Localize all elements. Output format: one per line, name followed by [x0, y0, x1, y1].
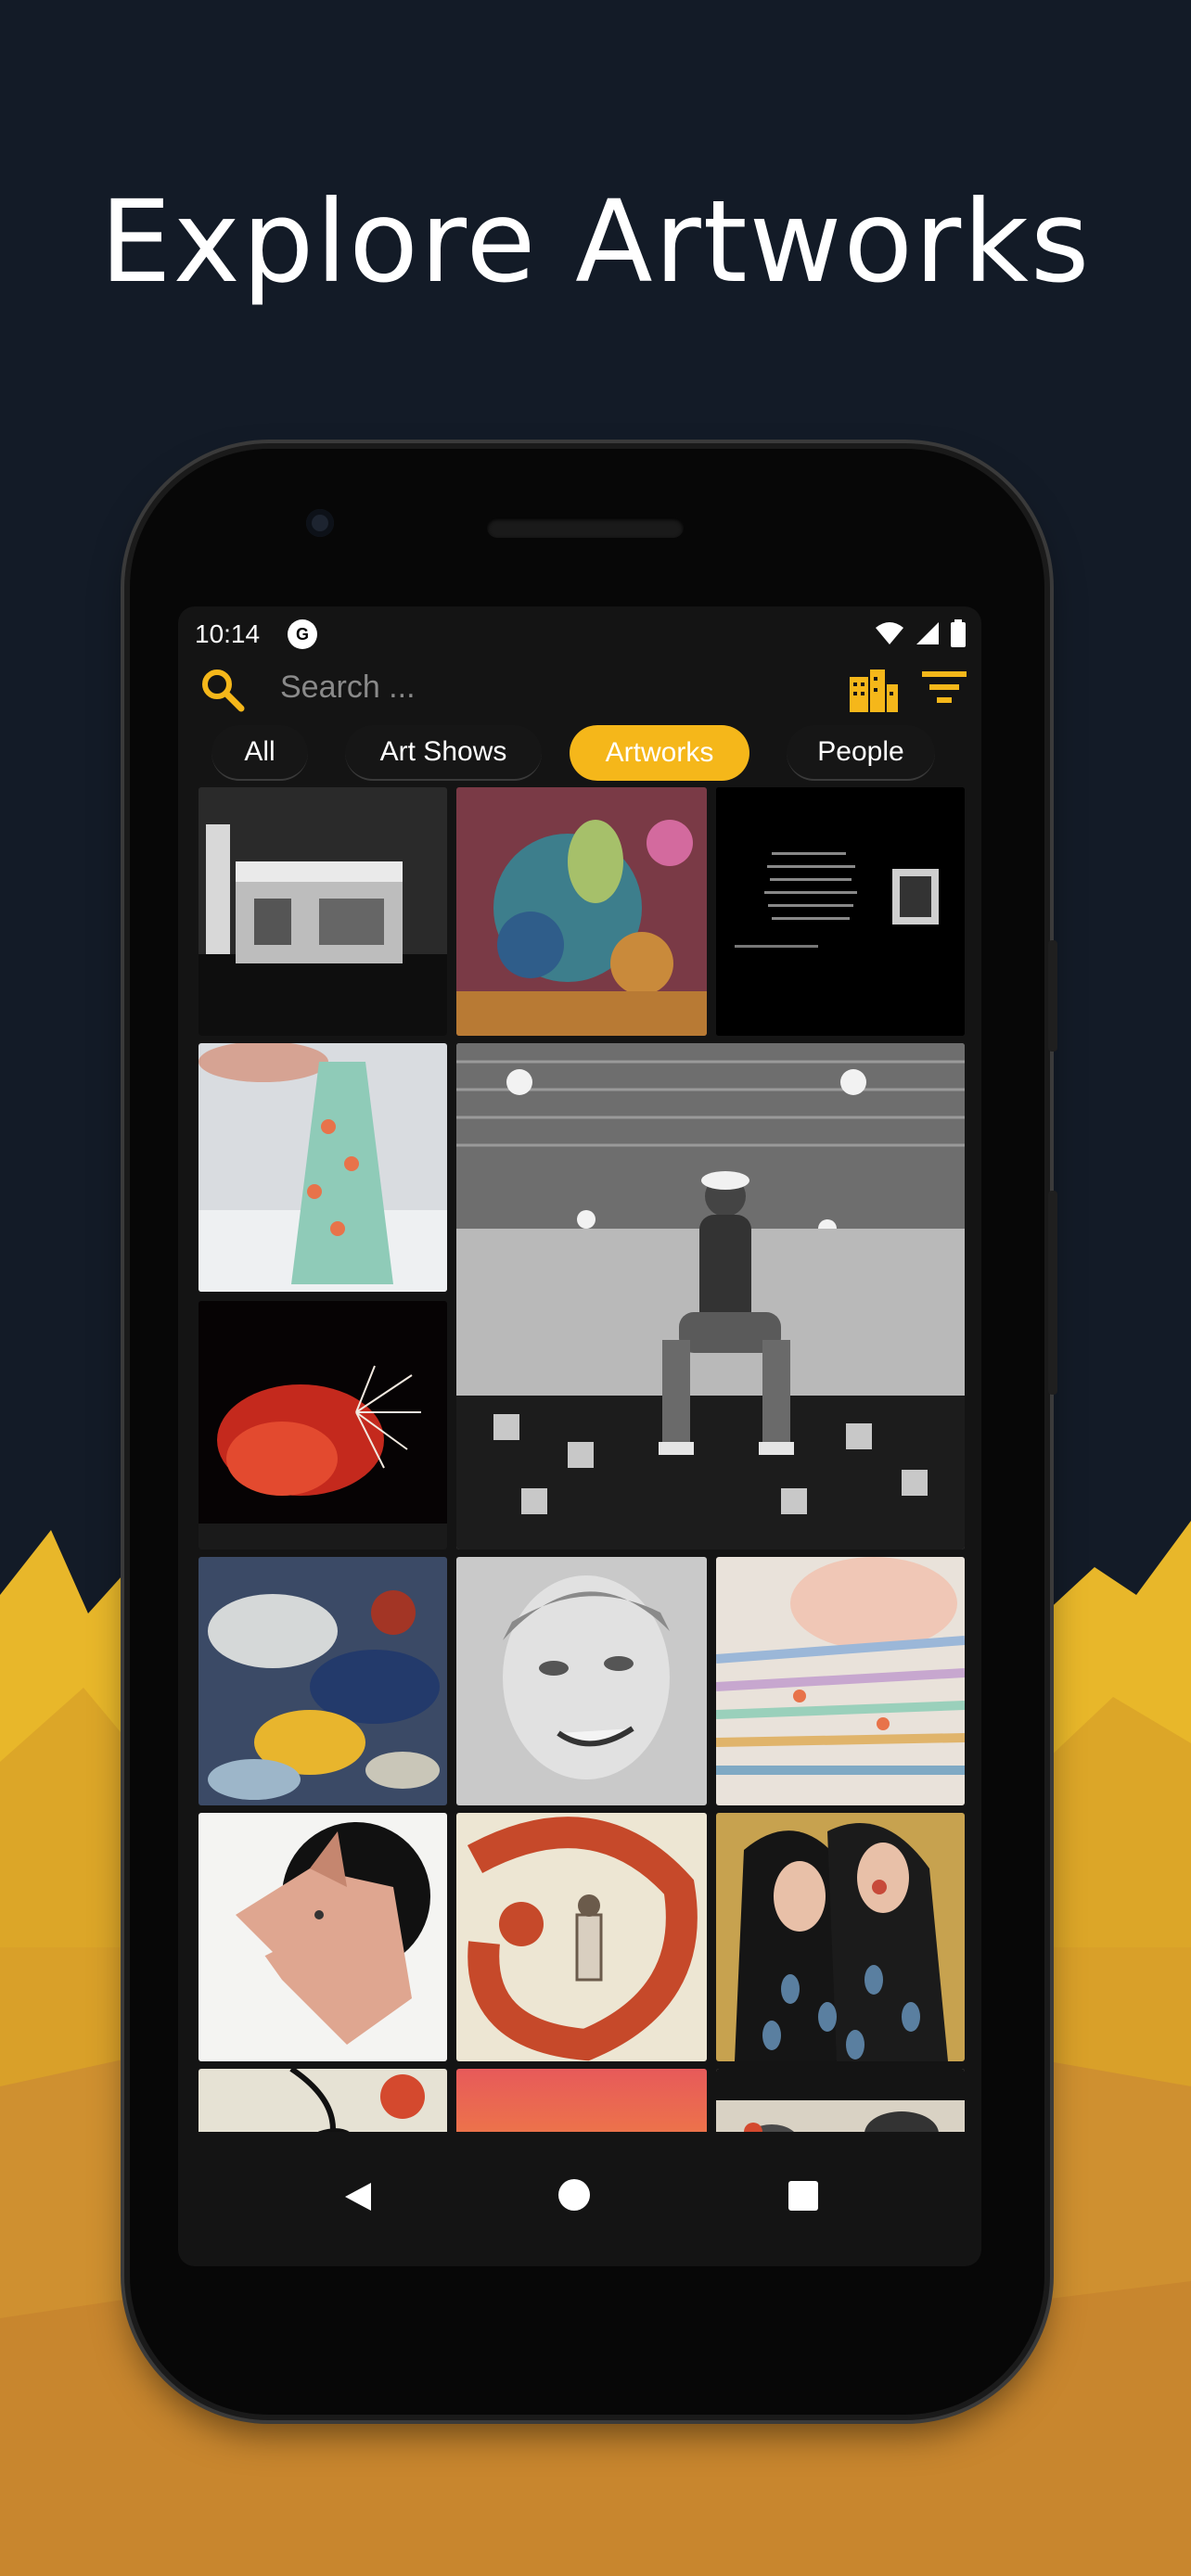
artwork-tile[interactable]: [716, 787, 965, 1036]
painting-colorful-plants: [456, 787, 707, 1036]
filter-icon[interactable]: [920, 668, 968, 708]
back-icon[interactable]: [343, 2181, 373, 2213]
artwork-tile[interactable]: [716, 1813, 965, 2061]
beaded-bracelets: [716, 1557, 965, 1805]
photo-red-fireworks: [198, 1301, 447, 1549]
volume-button: [1048, 940, 1057, 1052]
search-bar: [178, 651, 981, 725]
tab-all[interactable]: All: [211, 725, 308, 781]
artwork-tile[interactable]: [198, 787, 447, 1036]
home-icon[interactable]: [558, 2179, 590, 2211]
artwork-tile[interactable]: [198, 2069, 447, 2132]
recents-icon[interactable]: [788, 2181, 818, 2211]
face-illustration: [198, 2069, 447, 2132]
artwork-tile[interactable]: [456, 1557, 707, 1805]
page-headline: Explore Artworks: [99, 176, 1092, 308]
text-document-artwork: [716, 787, 965, 1036]
android-nav-bar: [178, 2146, 981, 2238]
map-city-icon[interactable]: [848, 670, 898, 712]
category-tabs: All Art Shows Artworks People: [211, 725, 972, 783]
photo-domo-building: [198, 787, 447, 1036]
search-icon[interactable]: [198, 666, 247, 714]
front-camera: [306, 509, 334, 537]
red-swirl-figure: [456, 1813, 707, 2061]
artwork-tile[interactable]: [716, 2069, 965, 2132]
artwork-tile[interactable]: [198, 1301, 447, 1549]
two-women-illustration: [716, 1813, 965, 2061]
sunset-photo: [456, 2069, 707, 2132]
search-input[interactable]: [280, 664, 762, 710]
artwork-tile[interactable]: [716, 1557, 965, 1805]
tab-artworks[interactable]: Artworks: [570, 725, 749, 781]
artwork-tile[interactable]: [456, 1813, 707, 2061]
power-button: [1048, 1191, 1057, 1395]
photo-woman-sitting-ceiling: [456, 1043, 965, 1549]
wifi-icon: [876, 622, 903, 644]
wolf-drawing: [198, 1813, 447, 2061]
battery-icon: [951, 619, 966, 647]
artwork-tile[interactable]: [456, 2069, 707, 2132]
artwork-tile[interactable]: [456, 1043, 965, 1549]
status-time: 10:14: [195, 619, 261, 648]
phone-frame: 10:14 G Search ... All Art Shows Artwork…: [130, 449, 1057, 2415]
artwork-tile[interactable]: [198, 1813, 447, 2061]
birds-illustration: [716, 2069, 965, 2132]
notification-app-icon: G: [288, 619, 317, 649]
artwork-tile[interactable]: [198, 1557, 447, 1805]
phone-screen: 10:14 G Search ... All Art Shows Artwork…: [178, 606, 981, 2266]
artwork-grid: [198, 787, 965, 2132]
beaded-earring: [198, 1043, 447, 1292]
artwork-tile[interactable]: [198, 1043, 447, 1292]
tab-art-shows[interactable]: Art Shows: [345, 725, 542, 781]
pencil-portrait: [456, 1557, 707, 1805]
abstract-painting: [198, 1557, 447, 1805]
tab-people[interactable]: People: [787, 725, 935, 781]
earpiece-speaker: [487, 517, 684, 538]
cell-signal-icon: [916, 622, 939, 644]
artwork-tile[interactable]: [456, 787, 707, 1036]
